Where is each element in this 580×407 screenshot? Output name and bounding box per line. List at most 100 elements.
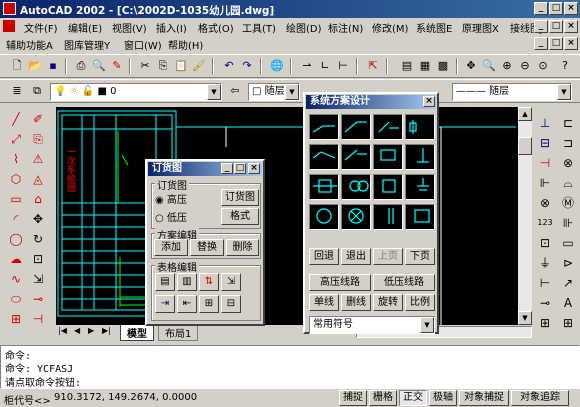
switch-icon[interactable]: ⊣	[535, 153, 555, 173]
scroll-up-icon[interactable]: ▲	[518, 107, 532, 121]
merge-right-icon[interactable]: ⇥	[155, 295, 175, 313]
scroll-thumb[interactable]	[518, 137, 532, 155]
ground-icon[interactable]: ⏚	[535, 253, 555, 273]
scroll-down-icon[interactable]: ▼	[518, 311, 532, 325]
polyline-icon[interactable]: ⌇	[6, 149, 26, 169]
format-button[interactable]: 格式	[221, 208, 259, 225]
first-tab-icon[interactable]: |◀	[58, 326, 67, 335]
cut-icon[interactable]: ✂	[136, 57, 154, 75]
menu-format[interactable]: 格式(O)	[198, 20, 234, 35]
dimension-icon[interactable]: ⊥	[535, 113, 555, 133]
scale-icon[interactable]: ⊡	[28, 249, 48, 269]
pan-icon[interactable]: ✥	[462, 57, 480, 75]
color-select[interactable]: □ 随层 ▼	[248, 83, 300, 101]
symbol-capacitor-icon[interactable]	[373, 204, 403, 230]
symbol-reactor-icon[interactable]	[405, 204, 435, 230]
symbol-relay-icon[interactable]	[373, 144, 403, 170]
hv-line-button[interactable]: 高压线路	[309, 274, 371, 291]
layers-icon[interactable]: ≣	[8, 82, 26, 100]
menu-library[interactable]: 图库管理Y	[64, 37, 110, 52]
symbol-fuse-icon[interactable]	[405, 114, 435, 140]
menu-window[interactable]: 窗口(W)	[124, 37, 162, 52]
diode-icon[interactable]: ⊳	[558, 253, 578, 273]
doc-restore-button[interactable]: □	[549, 20, 563, 33]
menu-file[interactable]: 文件(F)	[24, 20, 58, 35]
table-icon[interactable]: ⊞	[558, 313, 578, 333]
contact-icon[interactable]: ⊢	[535, 273, 555, 293]
line-icon[interactable]: ╱	[6, 109, 26, 129]
order-dialog-maximize[interactable]: □	[234, 163, 246, 174]
radio-low[interactable]: ○ 低压	[155, 209, 187, 224]
menu-edit[interactable]: 编辑(E)	[68, 20, 102, 35]
paste-icon[interactable]: 📋	[172, 57, 190, 75]
menu-help[interactable]: 帮助(H)	[168, 37, 203, 52]
snap-tracking-icon[interactable]: ⇀	[298, 57, 316, 75]
symbol-meter-icon[interactable]	[373, 174, 403, 200]
mdi-close-button[interactable]: ×	[564, 37, 578, 50]
menu-accessibility[interactable]: 辅助功能A	[6, 37, 53, 52]
insert-row-above-icon[interactable]: ▤	[155, 273, 175, 291]
layer-select[interactable]: 💡 ☼ 🔓 ■ 0 ▼	[50, 83, 222, 101]
otrack-toggle[interactable]: 对象追踪	[511, 390, 569, 406]
undo-icon[interactable]: ↶	[220, 57, 238, 75]
publish-icon[interactable]: ✎	[108, 57, 126, 75]
properties-icon[interactable]: ▤	[398, 57, 416, 75]
doc-minimize-button[interactable]: _	[534, 20, 548, 33]
rectangle-icon[interactable]: ▭	[6, 189, 26, 209]
delete-button[interactable]: 删除	[226, 239, 259, 256]
symbol-arrester-icon[interactable]	[405, 144, 435, 170]
coil-icon[interactable]: ⊐	[558, 133, 578, 153]
symbol-switch-icon[interactable]	[341, 114, 371, 140]
last-tab-icon[interactable]: ▶|	[102, 326, 111, 335]
insert-row-below-icon[interactable]: ▥	[177, 273, 197, 291]
zoom-window-icon[interactable]: ⊕	[498, 57, 516, 75]
menu-insert[interactable]: 插入(I)	[156, 20, 187, 35]
symbol-transformer-icon[interactable]	[341, 174, 371, 200]
capacitor-icon[interactable]: ⊪	[558, 213, 578, 233]
menu-schematic[interactable]: 原理图X	[462, 20, 499, 35]
hyperlink-icon[interactable]: 🌐	[268, 57, 286, 75]
copy-object-icon[interactable]: ⎘	[28, 129, 48, 149]
lamp-icon[interactable]: ⊗	[558, 153, 578, 173]
counter-icon[interactable]: 123	[535, 213, 555, 233]
trim-icon[interactable]: ⊸	[28, 289, 48, 309]
text-icon[interactable]: Α	[558, 293, 578, 313]
delete-column-icon[interactable]: ⇲	[221, 273, 241, 291]
rotate-button[interactable]: 旋转	[373, 294, 403, 311]
scheme-dialog-close[interactable]: ×	[423, 96, 435, 107]
exit-button[interactable]: 退出	[341, 248, 371, 265]
menu-tools[interactable]: 工具(T)	[242, 20, 276, 35]
offset-icon[interactable]: ◬	[28, 169, 48, 189]
replace-button[interactable]: 替换	[190, 239, 224, 256]
vertical-scrollbar[interactable]: ▲ ▼	[518, 107, 532, 325]
prev-tab-icon[interactable]: ◀	[74, 326, 80, 335]
relay-icon[interactable]: ⊏	[558, 113, 578, 133]
lv-line-button[interactable]: 低压线路	[373, 274, 435, 291]
arc-icon[interactable]: ◜	[6, 209, 26, 229]
stretch-icon[interactable]: ⇲	[28, 269, 48, 289]
menu-dimension[interactable]: 标注(N)	[328, 20, 363, 35]
linetype-select[interactable]: ——— 随层 ▼	[452, 83, 572, 101]
array-icon[interactable]: ⌂	[28, 189, 48, 209]
next-page-button[interactable]: 下页	[405, 248, 435, 265]
resistor-icon[interactable]: ▭	[558, 233, 578, 253]
minimize-button[interactable]: _	[534, 2, 548, 15]
next-tab-icon[interactable]: ▶	[88, 326, 94, 335]
ellipse-icon[interactable]: ⬭	[6, 289, 26, 309]
extend-icon[interactable]: ⊣	[28, 309, 48, 329]
redo-icon[interactable]: ↷	[238, 57, 256, 75]
help-icon[interactable]: ?	[556, 57, 574, 75]
insert-column-icon[interactable]: ⇅	[199, 273, 219, 291]
symbol-cross-lamp-icon[interactable]	[341, 204, 371, 230]
arrow-icon[interactable]: ↗	[558, 273, 578, 293]
move-icon[interactable]: ✥	[28, 209, 48, 229]
design-center-icon[interactable]: ▦	[416, 57, 434, 75]
menu-draw[interactable]: 绘图(D)	[286, 20, 322, 35]
match-properties-icon[interactable]: 🖌	[190, 57, 208, 75]
menu-view[interactable]: 视图(V)	[112, 20, 147, 35]
scale-button[interactable]: 比例	[405, 294, 435, 311]
close-button[interactable]: ×	[564, 2, 578, 15]
snap-toggle[interactable]: 捕捉	[339, 390, 367, 406]
bell-icon[interactable]: ⌓	[558, 173, 578, 193]
open-folder-icon[interactable]: 📂	[26, 57, 44, 75]
